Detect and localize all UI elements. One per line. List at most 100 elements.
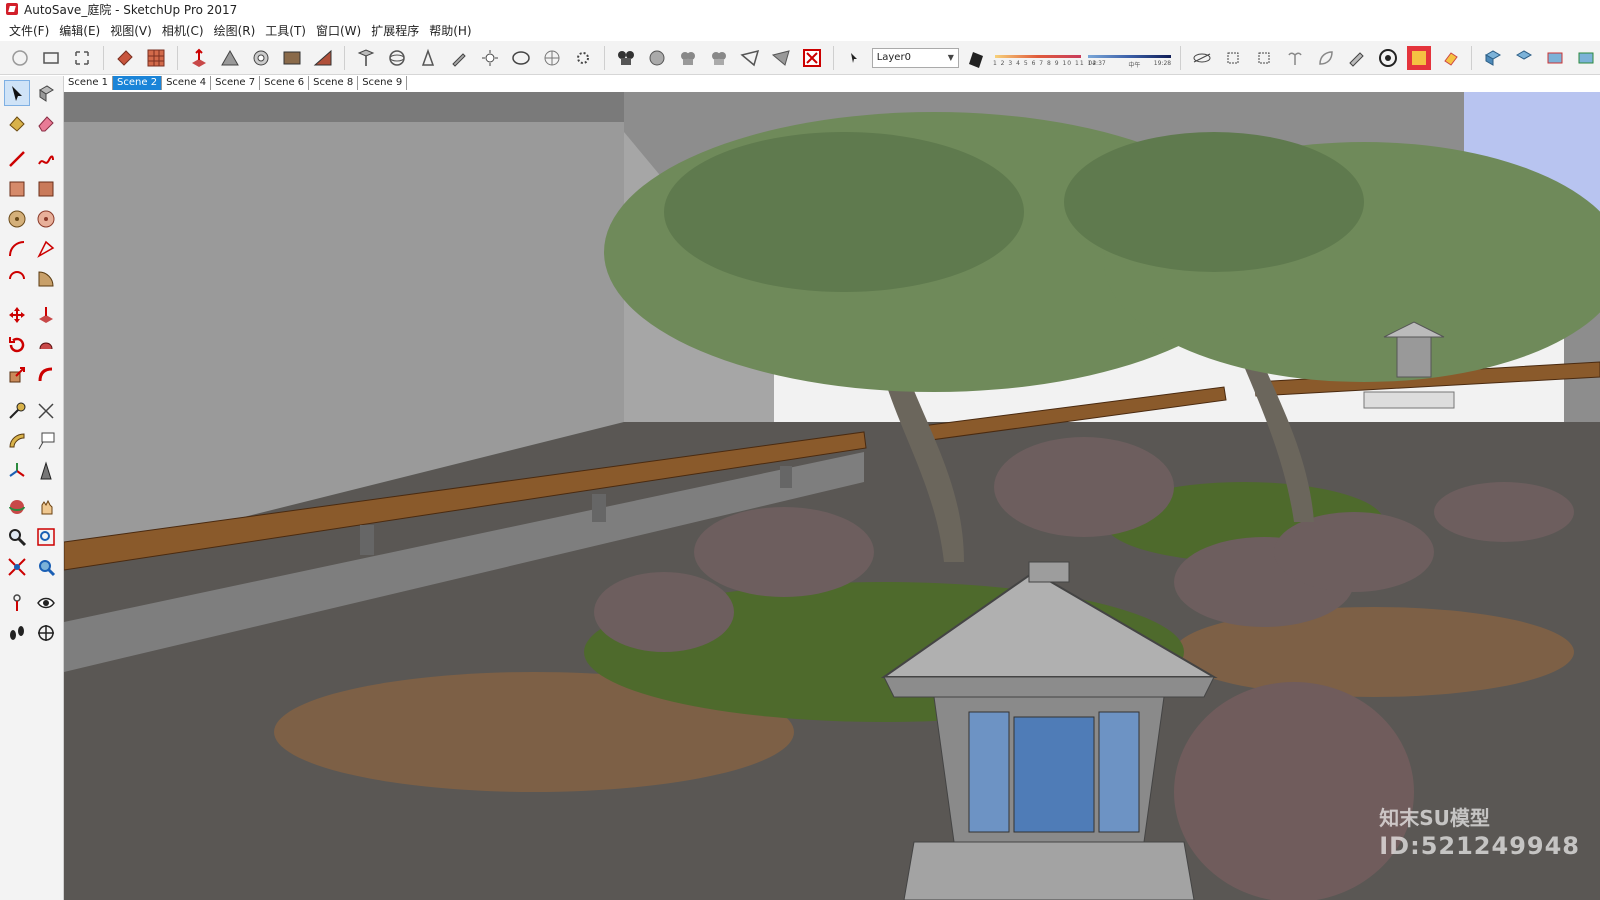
hide-icon[interactable] [1188,44,1216,72]
tab-scene-2[interactable]: Scene 2 [113,76,163,90]
material-grid-icon[interactable] [142,44,170,72]
plant-icon[interactable] [1281,44,1309,72]
text-tool-icon[interactable] [33,428,59,454]
offset-tool-icon[interactable] [33,362,59,388]
walk-footprints-icon[interactable] [4,620,30,646]
eraser-icon[interactable] [33,110,59,136]
3d-text-icon[interactable] [33,458,59,484]
arc-icon[interactable] [4,236,30,262]
leaf-icon[interactable] [1312,44,1340,72]
scale-up-icon[interactable] [1219,44,1247,72]
tab-scene-4[interactable]: Scene 4 [162,76,212,90]
menu-view[interactable]: 视图(V) [105,22,157,39]
tab-scene-1[interactable]: Scene 1 [64,76,114,90]
group-icon[interactable] [674,44,702,72]
pen-icon[interactable] [445,44,473,72]
zoom-icon[interactable] [4,524,30,550]
select-tool-icon[interactable] [4,80,30,106]
zoom-extents-icon[interactable] [68,44,96,72]
protractor-icon[interactable] [4,428,30,454]
menu-draw[interactable]: 绘图(R) [209,22,261,39]
right-view-icon[interactable] [1572,44,1600,72]
outliner-icon[interactable] [705,44,733,72]
three-point-arc-icon[interactable] [4,266,30,292]
component-icon[interactable] [612,44,640,72]
sandbox-icon[interactable] [309,44,337,72]
freehand-icon[interactable] [33,146,59,172]
position-camera-icon[interactable] [4,590,30,616]
rotate-icon[interactable] [4,332,30,358]
export-icon[interactable] [736,44,764,72]
close-model-icon[interactable] [798,44,826,72]
move-icon[interactable] [4,302,30,328]
front-view-icon[interactable] [1541,44,1569,72]
tab-scene-9[interactable]: Scene 9 [358,76,408,90]
section-plane-tool-icon[interactable] [33,620,59,646]
make-component-icon[interactable] [33,80,59,106]
dimension-icon[interactable] [33,398,59,424]
orbit-tool-icon[interactable] [4,494,30,520]
follow-me-tool-icon[interactable] [33,332,59,358]
look-around-eye-icon[interactable] [33,590,59,616]
menu-tools[interactable]: 工具(T) [260,22,311,39]
tag-icon[interactable] [1436,44,1464,72]
rectangle-icon[interactable] [4,176,30,202]
camera-icon[interactable] [1374,44,1402,72]
menu-extensions[interactable]: 扩展程序 [366,22,424,39]
edit-icon[interactable] [1343,44,1371,72]
menu-help[interactable]: 帮助(H) [424,22,476,39]
main-toolbar: Layer0 ▼ 1 2 3 4 5 6 7 8 9 10 11 12 04:3… [0,41,1600,75]
plugin-icon[interactable] [1405,44,1433,72]
top-view-icon[interactable] [1510,44,1538,72]
offset-icon[interactable] [247,44,275,72]
polygon-icon[interactable] [33,206,59,232]
layer-manager-icon[interactable] [962,44,990,72]
circle-icon[interactable] [4,206,30,232]
layer-select[interactable]: Layer0 ▼ [871,47,959,68]
push-pull-icon[interactable] [185,44,213,72]
two-point-arc-icon[interactable] [33,236,59,262]
texture-icon[interactable] [278,44,306,72]
sun-icon[interactable] [476,44,504,72]
orbit-icon[interactable] [383,44,411,72]
menu-camera[interactable]: 相机(C) [157,22,209,39]
globe-icon[interactable] [538,44,566,72]
follow-me-icon[interactable] [216,44,244,72]
zoom-extents-tool-icon[interactable] [4,554,30,580]
axes-icon[interactable] [4,458,30,484]
rotated-rectangle-icon[interactable] [33,176,59,202]
pie-icon[interactable] [33,266,59,292]
section-plane-icon[interactable] [643,44,671,72]
pan-icon[interactable] [33,494,59,520]
scale-icon[interactable] [4,362,30,388]
shadow-time-slider[interactable]: 04:37 中午 19:28 [1086,48,1173,69]
shadow-date-slider[interactable]: 1 2 3 4 5 6 7 8 9 10 11 12 [993,48,1096,68]
toolbar-divider [176,45,178,70]
line-tool-icon[interactable] [4,146,30,172]
tape-measure-icon[interactable] [4,398,30,424]
camera-position-icon[interactable] [352,44,380,72]
menu-window[interactable]: 窗口(W) [311,22,366,39]
tab-scene-6[interactable]: Scene 6 [260,76,310,90]
menu-edit[interactable]: 编辑(E) [54,22,105,39]
print-icon[interactable] [767,44,795,72]
menu-file[interactable]: 文件(F) [4,22,54,39]
settings-gear-icon[interactable] [569,44,597,72]
scale-down-icon[interactable] [1250,44,1278,72]
previous-view-icon[interactable] [33,554,59,580]
select-arrow-icon[interactable] [6,44,34,72]
zoom-window-icon[interactable] [37,44,65,72]
paint-bucket-tool-icon[interactable] [4,110,30,136]
model-viewport[interactable]: 知末SU模型 ID:521249948 [64,92,1600,900]
handrail-post [592,494,606,522]
look-around-icon[interactable] [414,44,442,72]
sketchup-logo-icon [6,3,18,15]
tab-scene-7[interactable]: Scene 7 [211,76,261,90]
shadow-date-track [994,54,1082,58]
zoom-window-tool-icon[interactable] [33,524,59,550]
paint-bucket-icon[interactable] [111,44,139,72]
tab-scene-8[interactable]: Scene 8 [309,76,359,90]
iso-view-icon[interactable] [1479,44,1507,72]
fog-icon[interactable] [507,44,535,72]
push-pull-tool-icon[interactable] [33,302,59,328]
